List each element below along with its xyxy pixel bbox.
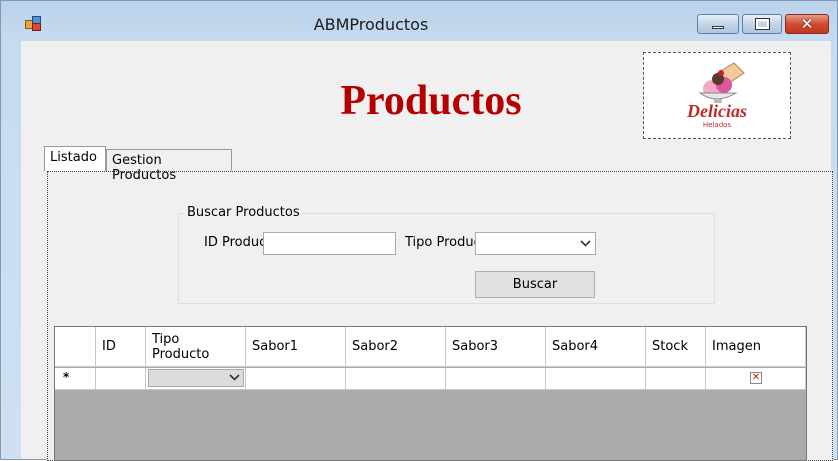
tipo-producto-label: Tipo Producto [405,235,475,250]
id-producto-input[interactable] [263,232,396,255]
cell-id[interactable] [96,368,146,390]
cell-tipo-producto[interactable] [146,368,246,390]
search-group-title: Buscar Productos [184,205,303,220]
cell-sabor4[interactable] [546,368,646,390]
close-icon: ✕ [800,15,814,33]
cell-sabor2[interactable] [346,368,446,390]
broken-image-icon: ✕ [750,372,762,384]
tab-gestion-productos[interactable]: Gestion Productos [106,149,232,183]
cell-tipo-producto-select[interactable] [148,369,244,387]
cell-stock[interactable] [646,368,706,390]
page-title: Productos [340,78,522,124]
cell-imagen[interactable]: ✕ [706,368,806,390]
ice-cream-bowl-icon [698,62,745,103]
chevron-down-icon [229,374,240,381]
column-header-sabor1[interactable]: Sabor1 [246,327,346,367]
column-header-sabor2[interactable]: Sabor2 [346,327,446,367]
client-area: Productos Delicias Helados Listado Gesti… [21,41,833,461]
column-header-stock[interactable]: Stock [646,327,706,367]
window-title: ABMProductos [313,15,429,34]
buscar-button[interactable]: Buscar [475,271,595,298]
chevron-down-icon [580,240,591,247]
productos-datagrid[interactable]: ID Tipo Producto Sabor1 Sabor2 Sabor3 Sa… [54,326,807,461]
id-producto-label: ID Producto [204,235,264,250]
close-button[interactable]: ✕ [785,14,829,34]
window-frame: ABMProductos ✕ Productos Delicias Helado… [0,0,838,461]
row-header-corner[interactable] [55,327,96,367]
minimize-icon [698,15,738,33]
logo-wordmark: Delicias [687,101,747,121]
cell-sabor3[interactable] [446,368,546,390]
column-header-id[interactable]: ID [96,327,146,367]
maximize-icon [743,15,781,33]
column-header-imagen[interactable]: Imagen [706,327,806,367]
maximize-button[interactable] [742,14,782,34]
new-row-marker: * [63,370,70,384]
column-header-sabor3[interactable]: Sabor3 [446,327,546,367]
brand-logo: Delicias Helados [643,52,791,139]
cell-sabor1[interactable] [246,368,346,390]
app-window-icon[interactable] [25,16,41,31]
column-header-sabor4[interactable]: Sabor4 [546,327,646,367]
column-header-tipo-producto[interactable]: Tipo Producto [146,327,246,367]
search-groupbox [178,213,715,304]
logo-subtext: Helados [702,121,732,129]
tipo-producto-select[interactable] [475,232,596,255]
row-header-new[interactable]: * [55,368,96,390]
minimize-button[interactable] [697,14,739,34]
tab-listado[interactable]: Listado [44,146,106,171]
title-bar[interactable]: ABMProductos ✕ [1,1,838,41]
